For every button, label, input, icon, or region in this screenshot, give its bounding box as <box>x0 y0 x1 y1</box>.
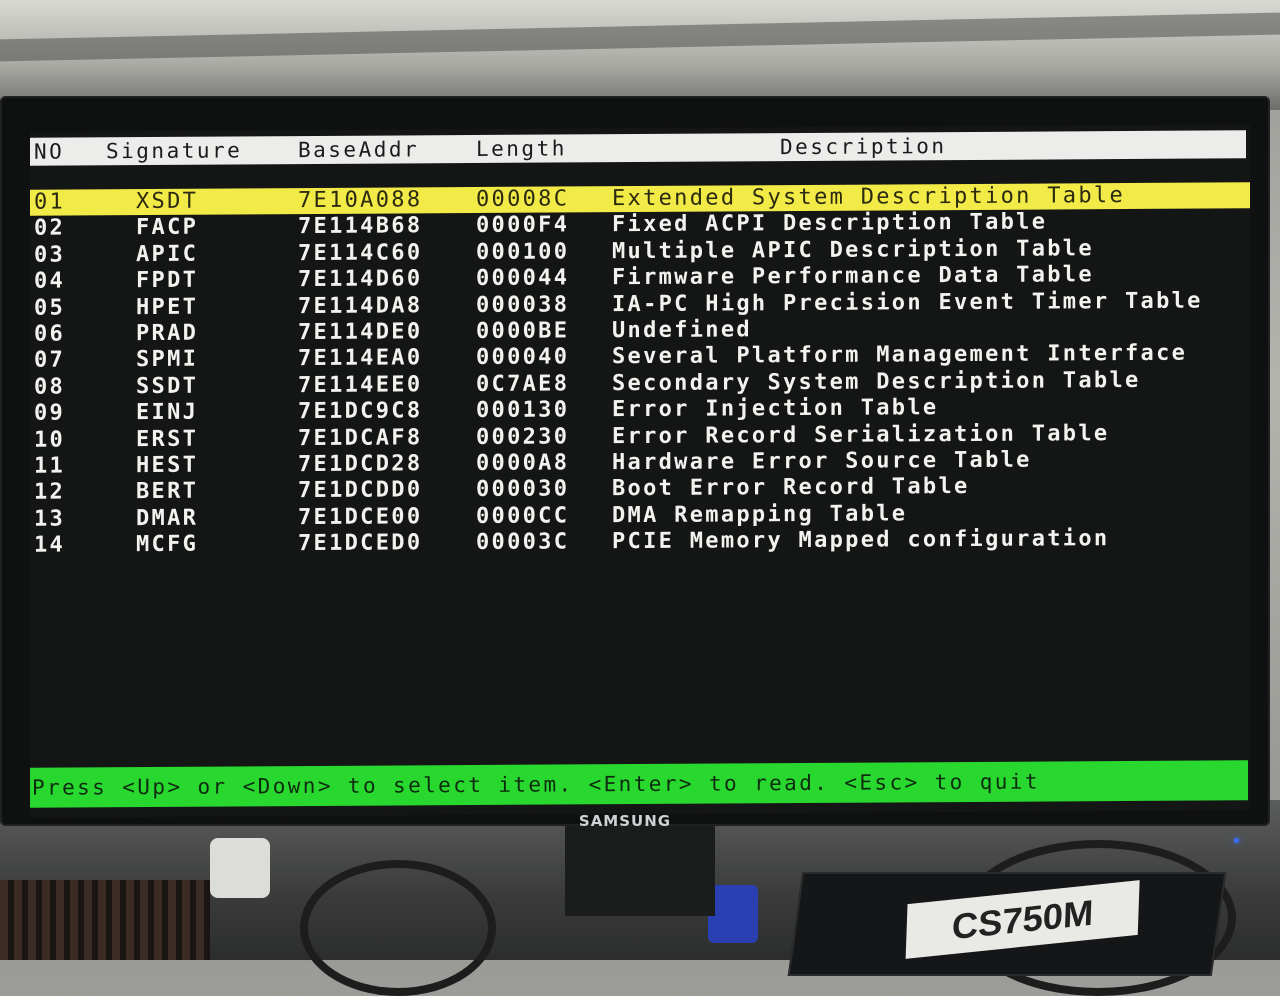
row-signature: SPMI <box>136 347 199 373</box>
row-no: 10 <box>34 427 66 453</box>
row-base-addr: 7E1DCD28 <box>298 451 423 477</box>
psu-label-graphic: CS750M <box>905 880 1140 959</box>
heatsink <box>0 880 210 960</box>
row-signature: HPET <box>136 294 199 320</box>
row-length: 0C7AE8 <box>476 371 570 397</box>
row-no: 14 <box>34 532 66 558</box>
row-no: 05 <box>34 295 66 321</box>
row-no: 03 <box>34 242 66 268</box>
vga-connector <box>708 885 758 943</box>
row-no: 01 <box>34 189 66 215</box>
row-description: Boot Error Record Table <box>612 474 970 502</box>
table-header: NO Signature BaseAddr Length Description <box>30 130 1246 166</box>
row-signature: FACP <box>136 215 199 241</box>
screen: NO Signature BaseAddr Length Description… <box>30 124 1250 818</box>
row-signature: APIC <box>136 241 199 267</box>
row-description: Extended System Description Table <box>612 183 1125 212</box>
row-signature: HEST <box>136 452 199 478</box>
header-description: Description <box>780 134 947 160</box>
row-description: PCIE Memory Mapped configuration <box>612 526 1110 555</box>
row-base-addr: 7E1DC9C8 <box>298 398 423 425</box>
row-length: 00008C <box>476 186 570 213</box>
row-no: 07 <box>34 347 66 374</box>
row-signature: PRAD <box>136 320 199 347</box>
row-description: IA-PC High Precision Event Timer Table <box>612 288 1203 317</box>
row-base-addr: 7E10A088 <box>298 187 423 214</box>
row-signature: SSDT <box>136 373 199 399</box>
row-description: Undefined <box>612 317 752 344</box>
row-length: 000100 <box>476 239 570 265</box>
row-length: 0000CC <box>476 503 570 529</box>
row-base-addr: 7E114C60 <box>298 240 423 266</box>
row-description: Several Platform Management Interface <box>612 341 1188 370</box>
row-base-addr: 7E1DCAF8 <box>298 424 423 451</box>
row-no: 11 <box>34 453 66 479</box>
row-base-addr: 7E114EE0 <box>298 372 423 398</box>
row-length: 000230 <box>476 423 570 450</box>
row-no: 12 <box>34 479 66 505</box>
row-base-addr: 7E114D60 <box>298 266 423 293</box>
power-supply-unit: CS750M <box>787 872 1227 976</box>
row-base-addr: 7E1DCDD0 <box>298 477 423 504</box>
ceiling-beam <box>0 12 1280 62</box>
row-description: Error Record Serialization Table <box>612 420 1110 449</box>
row-no: 02 <box>34 215 66 242</box>
row-signature: BERT <box>136 478 199 505</box>
cable <box>300 860 496 996</box>
row-length: 00003C <box>476 529 570 556</box>
row-no: 04 <box>34 268 66 294</box>
row-no: 09 <box>34 400 66 426</box>
row-description: Multiple APIC Description Table <box>612 236 1094 264</box>
row-no: 13 <box>34 506 66 532</box>
row-description: DMA Remapping Table <box>612 501 908 528</box>
row-length: 000030 <box>476 476 570 503</box>
row-base-addr: 7E114EA0 <box>298 345 423 372</box>
row-signature: ERST <box>136 426 199 452</box>
header-signature: Signature <box>106 138 243 164</box>
row-length: 000044 <box>476 265 570 292</box>
header-no: NO <box>34 139 65 164</box>
ceiling-background <box>0 0 1280 110</box>
row-description: Hardware Error Source Table <box>612 447 1032 476</box>
row-length: 0000BE <box>476 318 570 344</box>
row-base-addr: 7E1DCE00 <box>298 504 423 530</box>
row-signature: MCFG <box>136 531 199 558</box>
row-description: Secondary System Description Table <box>612 367 1141 396</box>
row-length: 0000A8 <box>476 450 570 476</box>
monitor-brand-logo: SAMSUNG <box>578 812 672 830</box>
row-base-addr: 7E1DCED0 <box>298 530 423 557</box>
row-signature: DMAR <box>136 505 199 531</box>
row-base-addr: 7E114DE0 <box>298 319 423 346</box>
status-bar: Press <Up> or <Down> to select item. <En… <box>30 760 1248 808</box>
monitor-stand <box>565 826 715 916</box>
row-description: Error Injection Table <box>612 395 939 423</box>
row-description: Fixed ACPI Description Table <box>612 209 1048 238</box>
power-plug <box>210 838 270 898</box>
row-base-addr: 7E114B68 <box>298 213 423 240</box>
row-signature: XSDT <box>136 188 199 215</box>
row-no: 06 <box>34 321 66 347</box>
row-length: 000038 <box>476 291 570 318</box>
row-length: 000040 <box>476 344 570 371</box>
row-signature: FPDT <box>136 267 199 294</box>
row-length: 0000F4 <box>476 212 570 239</box>
row-base-addr: 7E114DA8 <box>298 292 423 319</box>
power-led-icon <box>1234 838 1239 843</box>
row-length: 000130 <box>476 397 570 424</box>
row-description: Firmware Performance Data Table <box>612 262 1094 291</box>
header-length: Length <box>476 136 567 162</box>
row-no: 08 <box>34 374 66 400</box>
row-signature: EINJ <box>136 399 199 426</box>
header-base-addr: BaseAddr <box>298 137 420 163</box>
acpi-table-list: 01 XSDT 7E10A088 00008C Extended System Desc… <box>30 182 1250 559</box>
